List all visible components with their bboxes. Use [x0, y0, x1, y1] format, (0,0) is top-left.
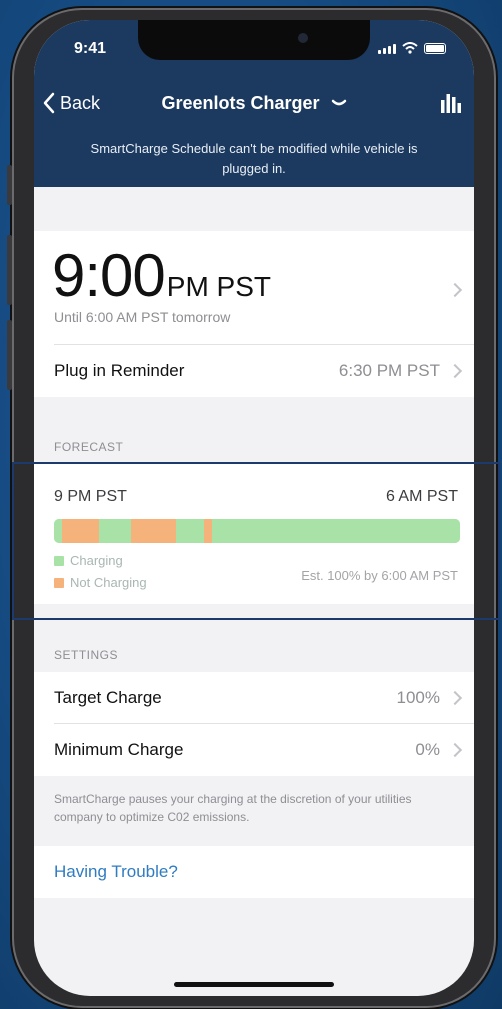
- chevron-right-icon: [447, 282, 463, 298]
- plug-in-reminder-row[interactable]: Plug in Reminder 6:30 PM PST: [34, 345, 474, 397]
- charger-selector[interactable]: Greenlots Charger: [34, 93, 474, 114]
- target-charge-value: 100%: [396, 688, 440, 707]
- minimum-charge-value: 0%: [415, 740, 440, 759]
- forecast-highlight: [12, 462, 500, 620]
- camera: [298, 33, 308, 43]
- bar-chart-icon: [441, 94, 461, 113]
- side-button: [7, 165, 12, 205]
- minimum-charge-row[interactable]: Minimum Charge 0%: [34, 724, 474, 776]
- nav-bar: Back Greenlots Charger: [34, 88, 474, 122]
- reminder-value: 6:30 PM PST: [338, 361, 440, 380]
- settings-note: SmartCharge pauses your charging at the …: [54, 792, 412, 824]
- home-indicator: [174, 982, 334, 987]
- chevron-down-icon: [331, 100, 346, 106]
- side-button: [7, 235, 12, 305]
- minimum-charge-label: Minimum Charge: [54, 740, 184, 759]
- having-trouble-link[interactable]: Having Trouble?: [54, 862, 178, 882]
- settings-header: SETTINGS: [54, 648, 119, 662]
- chart-button[interactable]: [440, 92, 462, 119]
- schedule-until: Until 6:00 AM PST tomorrow: [54, 309, 231, 325]
- page-title: Greenlots Charger: [161, 93, 320, 113]
- help-row: Having Trouble?: [34, 846, 474, 898]
- target-charge-label: Target Charge: [54, 688, 162, 707]
- status-time: 9:41: [74, 40, 107, 57]
- status-icons: [378, 42, 446, 54]
- chevron-right-icon: [447, 363, 463, 379]
- notice-text: SmartCharge Schedule can't be modified w…: [90, 141, 418, 176]
- notch: [138, 20, 370, 60]
- chevron-right-icon: [447, 690, 463, 706]
- schedule-time-value: 9:00: [52, 242, 166, 309]
- header: 9:41 Back Greenlots Charger SmartCharge …: [34, 20, 474, 187]
- chevron-right-icon: [447, 742, 463, 758]
- signal-icon: [378, 44, 396, 54]
- schedule-time: 9:00PM PST: [52, 241, 271, 310]
- schedule-ampm: PM PST: [166, 271, 272, 302]
- wifi-icon: [402, 42, 418, 54]
- schedule-row[interactable]: 9:00PM PST Until 6:00 AM PST tomorrow: [34, 231, 474, 345]
- side-button: [7, 320, 12, 390]
- battery-icon: [424, 43, 446, 54]
- target-charge-row[interactable]: Target Charge 100%: [34, 672, 474, 724]
- reminder-label: Plug in Reminder: [54, 361, 185, 380]
- forecast-header: FORECAST: [54, 440, 124, 454]
